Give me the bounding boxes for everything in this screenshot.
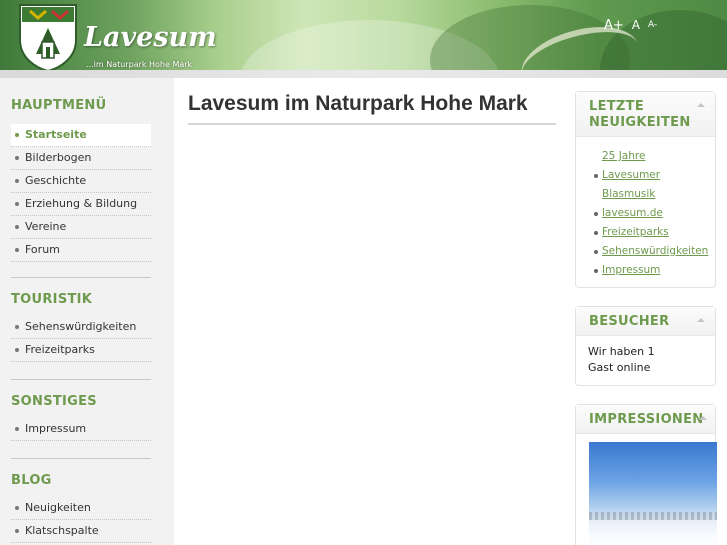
menu-item-sehenswuerdigkeiten[interactable]: Sehenswürdigkeiten [11, 316, 151, 339]
font-increase-button[interactable]: A+ [604, 18, 624, 33]
news-list: 25 Jahre Lavesumer Blasmusik lavesum.de … [576, 137, 715, 288]
visitor-count: Wir haben 1 Gast online [576, 336, 715, 384]
collapse-icon[interactable] [699, 416, 707, 420]
impressions-module-header: IMPRESSIONEN [576, 405, 715, 434]
font-decrease-button[interactable]: A- [648, 18, 657, 33]
site-header: Lavesum ...im Naturpark Hohe Mark A+ A A… [0, 0, 727, 74]
impressions-module: IMPRESSIONEN [575, 404, 717, 545]
menu-title-sonstiges: SONSTIGES [11, 394, 97, 409]
menu-item-geschichte[interactable]: Geschichte [11, 170, 151, 193]
menu-item-erziehung-bildung[interactable]: Erziehung & Bildung [11, 193, 151, 216]
coat-of-arms-logo[interactable] [16, 2, 80, 72]
visitors-module-header: BESUCHER [576, 307, 715, 336]
menu-title-hauptmenu: HAUPTMENÜ [11, 98, 107, 113]
collapse-icon[interactable] [697, 318, 705, 322]
page-title: Lavesum im Naturpark Hohe Mark [188, 92, 528, 115]
news-module: LETZTE NEUIGKEITEN 25 Jahre Lavesumer Bl… [575, 91, 716, 288]
touristik-menu: Sehenswürdigkeiten Freizeitparks [11, 316, 151, 362]
menu-item-startseite[interactable]: Startseite [11, 124, 151, 147]
collapse-icon[interactable] [697, 103, 705, 107]
news-link[interactable]: Sehenswürdigkeiten [594, 242, 715, 261]
impression-photo[interactable] [589, 442, 717, 545]
news-link[interactable]: Blasmusik [602, 185, 715, 204]
news-module-header: LETZTE NEUIGKEITEN [576, 92, 715, 137]
main-menu: Startseite Bilderbogen Geschichte Erzieh… [11, 124, 151, 262]
news-link[interactable]: Lavesumer [594, 166, 715, 185]
visitors-module-title: BESUCHER [589, 314, 670, 329]
menu-title-touristik: TOURISTIK [11, 292, 93, 307]
news-module-title: LETZTE NEUIGKEITEN [576, 92, 715, 136]
menu-item-vereine[interactable]: Vereine [11, 216, 151, 239]
menu-item-impressum[interactable]: Impressum [11, 418, 151, 441]
menu-separator [11, 458, 151, 459]
site-subtitle: ...im Naturpark Hohe Mark [86, 60, 193, 69]
menu-separator [11, 379, 151, 380]
menu-separator [11, 277, 151, 278]
header-band [0, 70, 727, 78]
menu-item-freizeitparks[interactable]: Freizeitparks [11, 339, 151, 362]
news-link[interactable]: Impressum [594, 261, 715, 280]
menu-item-forum[interactable]: Forum [11, 239, 151, 262]
blog-menu: Neuigkeiten Klatschspalte [11, 497, 151, 543]
title-divider [188, 123, 556, 125]
font-reset-button[interactable]: A [632, 18, 640, 33]
sonstiges-menu: Impressum [11, 418, 151, 441]
menu-title-blog: BLOG [11, 473, 52, 488]
menu-item-klatschspalte[interactable]: Klatschspalte [11, 520, 151, 543]
news-title-line2: NEUIGKEITEN [589, 115, 691, 130]
visitors-module: BESUCHER Wir haben 1 Gast online [575, 306, 716, 386]
news-link[interactable]: 25 Jahre [602, 147, 715, 166]
news-link[interactable]: Freizeitparks [594, 223, 715, 242]
news-link[interactable]: lavesum.de [594, 204, 715, 223]
menu-item-bilderbogen[interactable]: Bilderbogen [11, 147, 151, 170]
visitor-line1: Wir haben 1 [588, 345, 655, 358]
font-size-controls: A+ A A- [604, 18, 657, 33]
menu-item-neuigkeiten[interactable]: Neuigkeiten [11, 497, 151, 520]
news-title-line1: LETZTE [589, 99, 645, 114]
site-title[interactable]: Lavesum [84, 22, 217, 53]
impressions-module-title: IMPRESSIONEN [589, 412, 704, 427]
visitor-line2: Gast online [588, 361, 651, 374]
photo-treeline [589, 512, 717, 520]
